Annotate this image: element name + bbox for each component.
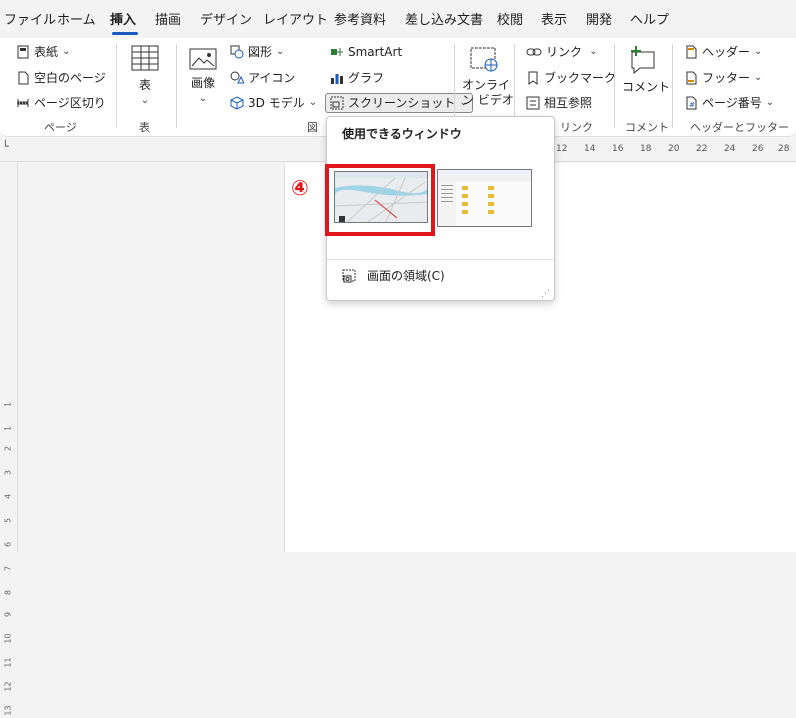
ruler-tick: 7 <box>3 565 13 572</box>
tab-developer[interactable]: 開発 <box>586 12 612 30</box>
cross-reference-icon <box>526 96 540 110</box>
tab-selector-icon[interactable]: └ <box>2 140 9 153</box>
group-label-comments: コメント <box>625 121 669 134</box>
ruler-tick: 3 <box>3 469 13 476</box>
group-separator <box>116 44 117 128</box>
ruler-tick: 16 <box>612 144 624 154</box>
dropdown-divider <box>327 259 554 260</box>
smartart-button[interactable]: SmartArt <box>330 44 402 60</box>
ruler-tick: 24 <box>724 144 736 154</box>
annotation-highlight-box <box>325 164 435 236</box>
ruler-tick: 11 <box>3 657 13 668</box>
bar-chart-icon <box>331 74 343 84</box>
explorer-window-preview <box>438 170 531 226</box>
comment-button[interactable]: コメント <box>622 44 670 95</box>
3d-models-button[interactable]: 3D モデル ⌄ <box>230 95 317 111</box>
tab-view[interactable]: 表示 <box>541 12 567 30</box>
online-video-icon <box>470 47 498 72</box>
icons-button[interactable]: アイコン <box>230 70 295 86</box>
shapes-icon <box>230 45 244 59</box>
smartart-icon <box>331 48 343 56</box>
tab-draw[interactable]: 描画 <box>155 12 181 30</box>
available-windows-heading: 使用できるウィンドウ <box>342 127 462 141</box>
tab-references[interactable]: 参考資料 <box>334 12 386 30</box>
ruler-tick: 13 <box>3 705 13 716</box>
group-separator <box>176 44 177 128</box>
tab-help[interactable]: ヘルプ <box>630 12 669 30</box>
ruler-tick: 4 <box>3 493 13 500</box>
screenshot-button[interactable]: スクリーンショット ⌄ <box>325 93 473 113</box>
chart-button[interactable]: グラフ <box>330 70 384 86</box>
tab-insert[interactable]: 挿入 <box>110 12 136 30</box>
group-label-illustrations: 図 <box>307 121 318 134</box>
tab-review[interactable]: 校閲 <box>497 12 523 30</box>
group-label-pages: ページ <box>44 121 77 134</box>
comment-icon <box>631 46 655 75</box>
tab-design[interactable]: デザイン <box>200 12 252 30</box>
image-button[interactable]: 画像 ⌄ <box>186 48 220 106</box>
ruler-tick: 9 <box>3 611 13 618</box>
tab-mailings[interactable]: 差し込み文書 <box>405 12 483 30</box>
group-label-header-footer: ヘッダーとフッター <box>690 121 789 134</box>
resize-grip-icon[interactable]: ⋰ <box>541 289 550 299</box>
ruler-tick: 22 <box>696 144 708 154</box>
ribbon-tabs: ファイル ホーム 挿入 描画 デザイン レイアウト 参考資料 差し込み文書 校閲… <box>0 0 796 40</box>
ruler-tick: 1 <box>3 401 13 408</box>
table-button[interactable]: 表 ⌄ <box>128 44 162 108</box>
ruler-tick: 14 <box>584 144 596 154</box>
group-separator <box>672 44 673 128</box>
icons-icon <box>230 71 244 84</box>
footer-button[interactable]: フッター ⌄ <box>684 70 762 86</box>
group-label-links: リンク <box>560 121 593 134</box>
bookmark-button[interactable]: ブックマーク <box>526 70 616 86</box>
page-number-icon: # <box>686 96 697 110</box>
page-number-button[interactable]: # ページ番号 ⌄ <box>684 95 774 111</box>
cover-page-button[interactable]: 表紙 ⌄ <box>16 44 70 60</box>
cross-reference-button[interactable]: 相互参照 <box>526 95 592 111</box>
cube-icon <box>230 96 244 110</box>
vertical-ruler: 1 1 2 3 4 5 6 7 8 9 10 11 12 13 <box>0 162 18 716</box>
screen-clipping-menu-item[interactable]: 画面の領域(C) <box>341 267 445 284</box>
table-icon <box>131 45 159 71</box>
active-tab-indicator <box>112 32 138 35</box>
tab-home[interactable]: ホーム <box>57 12 96 30</box>
ruler-tick: 8 <box>3 589 13 596</box>
ruler-tick: 12 <box>3 681 13 692</box>
ruler-tick: 6 <box>3 541 13 548</box>
ruler-tick: 5 <box>3 517 13 524</box>
blank-page-button[interactable]: 空白のページ <box>16 70 106 86</box>
link-icon <box>526 48 542 56</box>
bookmark-icon <box>528 71 538 85</box>
ruler-tick: 12 <box>556 144 568 154</box>
tab-file[interactable]: ファイル <box>4 12 56 30</box>
shapes-button[interactable]: 図形 ⌄ <box>230 44 284 60</box>
window-thumbnail-explorer[interactable] <box>437 169 532 227</box>
footer-icon <box>686 71 697 85</box>
header-icon <box>686 45 697 59</box>
ruler-tick: 10 <box>3 633 13 644</box>
page-break-icon <box>17 99 29 107</box>
ruler-tick: 1 <box>3 425 13 432</box>
annotation-step-number: ④ <box>291 176 309 200</box>
ruler-tick: 28 <box>778 144 790 154</box>
group-label-table: 表 <box>139 121 150 134</box>
online-video-button[interactable]: オンライ ン ビデオ <box>462 46 514 108</box>
group-separator <box>614 44 615 128</box>
screenshot-icon <box>330 96 344 110</box>
cover-page-icon <box>17 45 29 59</box>
blank-page-icon <box>18 71 29 85</box>
page-break-button[interactable]: ページ区切り <box>16 95 106 111</box>
tab-layout[interactable]: レイアウト <box>263 12 328 30</box>
screen-clipping-icon <box>342 269 356 282</box>
svg-text:#: # <box>689 101 695 109</box>
header-button[interactable]: ヘッダー ⌄ <box>684 44 762 60</box>
ruler-tick: 2 <box>3 445 13 452</box>
link-button[interactable]: リンク ⌄ <box>526 44 598 60</box>
ruler-tick: 18 <box>640 144 652 154</box>
ruler-tick: 26 <box>752 144 764 154</box>
image-icon <box>189 48 217 70</box>
ruler-tick: 20 <box>668 144 680 154</box>
